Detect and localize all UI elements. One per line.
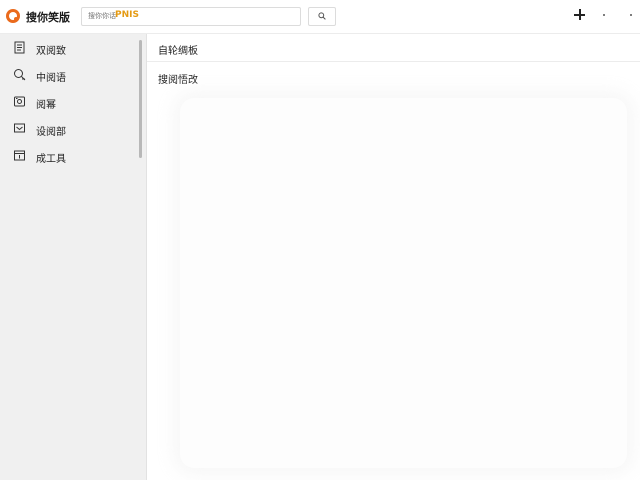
- tool-icon: [14, 150, 25, 161]
- main-panel: 自轮绸板 搜阅悟改: [147, 34, 640, 480]
- search-value: PNIS: [115, 10, 139, 20]
- sidebar-item-1[interactable]: 中阅语: [0, 64, 136, 86]
- sidebar-item-label: 设阅部: [36, 127, 66, 138]
- sidebar-item-label: 阅幂: [36, 100, 56, 111]
- document-icon: [14, 41, 25, 54]
- search-input[interactable]: 搜你你话 PNIS: [81, 7, 301, 26]
- sidebar-item-0[interactable]: 双阅致: [0, 37, 136, 59]
- sidebar-item-3[interactable]: 设阅部: [0, 118, 136, 140]
- page-title: 自轮绸板: [158, 46, 198, 57]
- content-area: [180, 98, 627, 468]
- sidebar-item-2[interactable]: 阅幂: [0, 91, 136, 113]
- app-logo-icon: [6, 9, 20, 23]
- section-title: 搜阅悟改: [158, 75, 198, 86]
- search-icon: [318, 12, 326, 20]
- gallery-icon: [14, 96, 25, 107]
- app-title: 搜你笑版: [26, 11, 70, 24]
- minimize-icon[interactable]: [603, 14, 605, 16]
- sidebar-item-label: 双阅致: [36, 46, 66, 57]
- main-header: 自轮绸板: [147, 34, 640, 62]
- sidebar-scrollbar[interactable]: [139, 40, 142, 158]
- search-prefix-label: 搜你你话: [88, 12, 116, 20]
- add-button[interactable]: [573, 8, 586, 21]
- search-button[interactable]: [308, 7, 336, 26]
- message-icon: [14, 123, 25, 133]
- sidebar-item-label: 中阅语: [36, 73, 66, 84]
- app-window: 搜你笑版 搜你你话 PNIS 双阅致 中阅语 阅幂 设阅部 成工具 自轮绸板 搜…: [0, 0, 640, 480]
- sidebar-item-4[interactable]: 成工具: [0, 145, 136, 167]
- sidebar: 双阅致 中阅语 阅幂 设阅部 成工具: [0, 34, 147, 480]
- sidebar-item-label: 成工具: [36, 154, 66, 165]
- top-bar: 搜你笑版 搜你你话 PNIS: [0, 0, 640, 34]
- close-icon[interactable]: [630, 14, 632, 16]
- search-add-icon: [14, 69, 26, 81]
